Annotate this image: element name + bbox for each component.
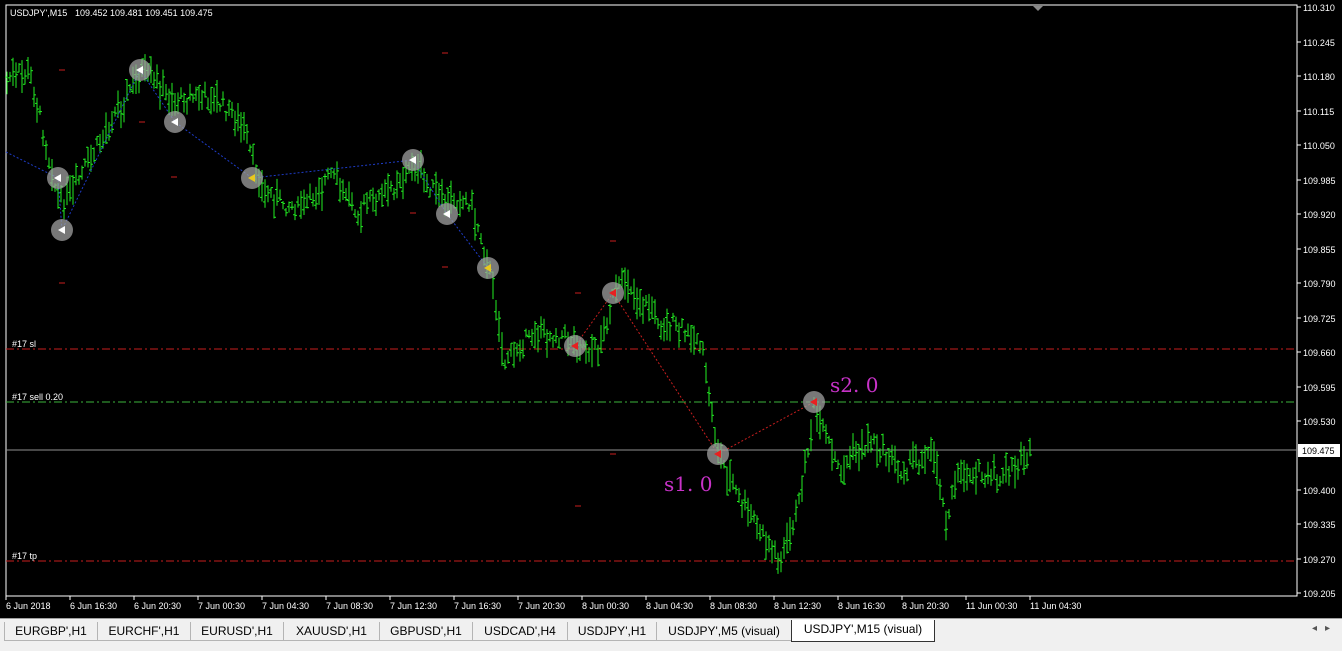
tab-eurgbp-h1[interactable]: EURGBP',H1 <box>4 622 98 641</box>
time-tick-label: 11 Jun 04:30 <box>1030 601 1081 611</box>
s1-annotation: s1. 0 <box>664 472 712 496</box>
price-tick-label: 109.920 <box>1303 210 1336 220</box>
time-tick-label: 8 Jun 12:30 <box>774 601 821 611</box>
tab-xauusd-h1[interactable]: XAUUSD',H1 <box>283 622 380 641</box>
tab-eurusd-h1[interactable]: EURUSD',H1 <box>190 622 284 641</box>
time-tick-label: 6 Jun 20:30 <box>134 601 181 611</box>
tab-scroll-arrows-icon[interactable]: ◂▸ <box>1312 623 1338 634</box>
time-tick-label: 7 Jun 16:30 <box>454 601 501 611</box>
time-tick-label: 8 Jun 20:30 <box>902 601 949 611</box>
price-tick-label: 109.985 <box>1303 176 1336 186</box>
recent-zigzag-path <box>574 292 815 455</box>
ohlc-readout: 109.452 109.481 109.451 109.475 <box>75 8 213 18</box>
price-tick-label: 109.205 <box>1303 589 1336 599</box>
time-tick-label: 11 Jun 00:30 <box>966 601 1017 611</box>
price-tick-label: 109.270 <box>1303 555 1336 565</box>
sl-label: #17 sl <box>12 339 36 349</box>
current-price-label: 109.475 <box>1302 446 1335 456</box>
time-tick-label: 7 Jun 00:30 <box>198 601 245 611</box>
price-tick-label: 110.050 <box>1303 141 1335 151</box>
time-tick-label: 8 Jun 00:30 <box>582 601 629 611</box>
price-tick-label: 109.725 <box>1303 314 1336 324</box>
tab-usdjpy-h1[interactable]: USDJPY',H1 <box>567 622 657 641</box>
symbol-label: USDJPY',M15 <box>10 8 67 18</box>
trade-markers <box>47 59 825 465</box>
tab-usdjpy-m5-visual[interactable]: USDJPY',M5 (visual) <box>656 622 792 641</box>
time-tick-label: 6 Jun 2018 <box>6 601 51 611</box>
price-tick-label: 109.400 <box>1303 486 1336 496</box>
tab-eurchf-h1[interactable]: EURCHF',H1 <box>97 622 191 641</box>
candle-series <box>5 54 1032 574</box>
tab-gbpusd-h1[interactable]: GBPUSD',H1 <box>379 622 473 641</box>
time-tick-label: 6 Jun 16:30 <box>70 601 117 611</box>
price-tick-label: 109.530 <box>1303 417 1336 427</box>
time-tick-label: 7 Jun 04:30 <box>262 601 309 611</box>
time-tick-label: 8 Jun 04:30 <box>646 601 693 611</box>
time-tick-label: 7 Jun 08:30 <box>326 601 373 611</box>
price-tick-label: 110.245 <box>1303 38 1335 48</box>
tab-usdcad-h4[interactable]: USDCAD',H4 <box>472 622 568 641</box>
chart-window[interactable]: #17 sl #17 sell 0.20 #17 tp s1. 0 s2. 0 … <box>0 0 1342 618</box>
price-tick-label: 109.855 <box>1303 245 1336 255</box>
price-tick-label: 110.310 <box>1303 3 1335 13</box>
price-tick-label: 109.790 <box>1303 279 1336 289</box>
chart-shift-marker-icon[interactable] <box>1033 6 1043 11</box>
time-axis: 6 Jun 2018 6 Jun 16:30 6 Jun 20:30 7 Jun 00… <box>5 596 1081 611</box>
tp-label: #17 tp <box>12 551 37 561</box>
level-markers <box>59 52 616 507</box>
entry-label: #17 sell 0.20 <box>12 392 63 402</box>
chart-tab-bar: EURGBP',H1 EURCHF',H1 EURUSD',H1 XAUUSD'… <box>0 618 1342 651</box>
time-tick-label: 7 Jun 20:30 <box>518 601 565 611</box>
s2-annotation: s2. 0 <box>830 373 878 397</box>
price-axis: 110.310 110.245 110.180 110.115 110.050 109.9… <box>1297 3 1336 599</box>
price-tick-label: 109.595 <box>1303 383 1336 393</box>
time-tick-label: 7 Jun 12:30 <box>390 601 437 611</box>
time-tick-label: 8 Jun 16:30 <box>838 601 885 611</box>
tab-usdjpy-m15-visual[interactable]: USDJPY',M15 (visual) <box>791 620 935 642</box>
price-tick-label: 110.180 <box>1303 72 1335 82</box>
price-chart[interactable]: #17 sl #17 sell 0.20 #17 tp s1. 0 s2. 0 … <box>0 0 1342 618</box>
price-tick-label: 109.335 <box>1303 520 1336 530</box>
time-tick-label: 8 Jun 08:30 <box>710 601 757 611</box>
price-tick-label: 110.115 <box>1303 107 1334 117</box>
price-tick-label: 109.660 <box>1303 348 1336 358</box>
